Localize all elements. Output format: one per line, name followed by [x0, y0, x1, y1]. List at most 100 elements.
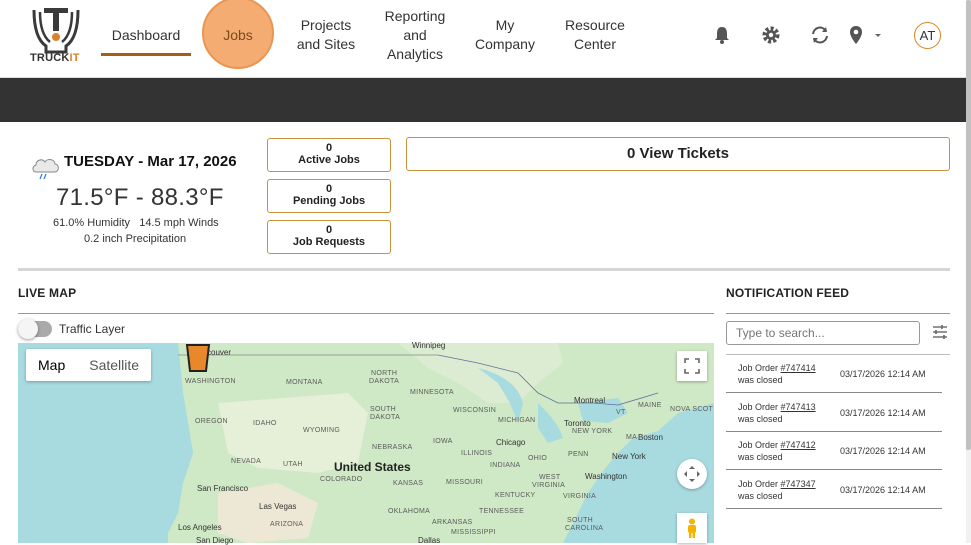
nav-company-label-1: My: [495, 17, 515, 33]
map-city-label: Montreal: [574, 396, 606, 405]
nav-jobs-label: Jobs: [223, 26, 253, 43]
map-state-label: MINNESOTA: [410, 389, 454, 396]
notification-prefix: Job Order: [738, 402, 779, 412]
map-city-label: New York: [612, 452, 646, 461]
logo-wordmark: TRUCKIT: [30, 52, 80, 64]
map-type-toggle: Map Satellite: [26, 349, 152, 381]
notification-text: Job Order #747347: [738, 479, 816, 489]
nav-projects-label-2: and Sites: [296, 36, 356, 52]
map-state-label: TENNESSEE: [479, 508, 525, 515]
bell-icon[interactable]: [710, 23, 734, 47]
nav-resource-label-1: Resource: [565, 17, 625, 33]
nav-my-company[interactable]: My Company: [466, 0, 544, 70]
notification-status: was closed: [738, 375, 783, 385]
map-city-label: Toronto: [564, 419, 591, 428]
user-avatar[interactable]: AT: [914, 22, 941, 49]
job-order-link[interactable]: #747347: [781, 479, 816, 489]
notification-text: Job Order #747413: [738, 402, 816, 412]
job-requests-card[interactable]: 0 Job Requests: [267, 220, 391, 254]
weather-precipitation: 0.2 inch Precipitation: [84, 233, 187, 245]
pan-arrows-icon: [684, 466, 700, 482]
map-state-label: WEST: [539, 474, 561, 481]
map-state-label: MONTANA: [286, 379, 323, 386]
map-country-label: United States: [334, 460, 411, 474]
job-order-link[interactable]: #747414: [781, 363, 816, 373]
page-scrollbar-thumb[interactable]: [966, 0, 971, 450]
notification-prefix: Job Order: [738, 363, 779, 373]
map-state-label: MISSISSIPPI: [451, 529, 496, 536]
weather-date: TUESDAY - Mar 17, 2026: [64, 153, 237, 170]
street-view-button[interactable]: [677, 513, 707, 543]
nav-resource-label-2: Center: [573, 36, 616, 52]
job-order-link[interactable]: #747412: [781, 440, 816, 450]
map-state-label: MAINE: [638, 402, 662, 409]
view-tickets-button[interactable]: 0 View Tickets: [406, 137, 950, 171]
section-divider: [18, 268, 950, 271]
map-state-label: IOWA: [433, 438, 453, 445]
notification-item[interactable]: Job Order #747414 was closed 03/17/2026 …: [726, 355, 942, 393]
nav-company-label-2: Company: [475, 36, 535, 52]
nav-resource-center[interactable]: Resource Center: [556, 0, 634, 70]
map-state-label: PENN: [568, 451, 589, 458]
active-jobs-card[interactable]: 0 Active Jobs: [267, 138, 391, 172]
nav-dashboard-label: Dashboard: [111, 26, 181, 43]
nav-reporting-label-1: Reporting: [384, 7, 446, 24]
map-city-label: San Diego: [196, 536, 234, 545]
notification-prefix: Job Order: [738, 440, 779, 450]
map-state-label: INDIANA: [490, 462, 521, 469]
weather-temperature-range: 71.5°F - 88.3°F: [56, 184, 224, 211]
notification-item[interactable]: Job Order #747347 was closed 03/17/2026 …: [726, 471, 942, 509]
map-state-label: WYOMING: [303, 427, 341, 434]
map-state-label: NOVA SCOT: [670, 406, 714, 413]
map-state-label: COLORADO: [320, 476, 363, 483]
notification-item[interactable]: Job Order #747413 was closed 03/17/2026 …: [726, 394, 942, 432]
active-jobs-count: 0: [325, 142, 333, 154]
traffic-layer-label: Traffic Layer: [59, 322, 126, 336]
active-jobs-label: Active Jobs: [298, 154, 360, 166]
nav-jobs[interactable]: Jobs: [202, 0, 274, 70]
nav-reporting-and-analytics[interactable]: Reporting and Analytics: [375, 0, 455, 70]
traffic-layer-toggle-knob[interactable]: [18, 319, 38, 339]
live-map-title-rule: [18, 313, 714, 314]
map-state-label: VIRGINIA: [563, 493, 597, 500]
map-state-label: DAKOTA: [369, 378, 400, 385]
sync-icon[interactable]: [808, 23, 832, 47]
gear-icon[interactable]: [759, 23, 783, 47]
map-state-label: DAKOTA: [370, 414, 401, 421]
map-state-label: OHIO: [528, 455, 548, 462]
map-state-label: SOUTH: [370, 406, 396, 413]
pending-jobs-count: 0: [325, 183, 333, 195]
notification-timestamp: 03/17/2026 12:14 AM: [840, 408, 926, 418]
notification-search-input[interactable]: [726, 321, 920, 345]
map-state-label: NEVADA: [231, 458, 262, 465]
weather-humidity-winds: 61.0% Humidity 14.5 mph Winds: [53, 217, 219, 229]
fullscreen-button[interactable]: [677, 351, 707, 381]
job-order-link[interactable]: #747413: [781, 402, 816, 412]
map-state-label: VT: [616, 409, 626, 416]
notification-status: was closed: [738, 491, 783, 501]
map-city-label: Dallas: [418, 536, 441, 545]
nav-projects-and-sites[interactable]: Projects and Sites: [288, 0, 364, 70]
filter-sliders-icon[interactable]: [931, 323, 949, 341]
map-tab[interactable]: Map: [26, 349, 77, 381]
pending-jobs-card[interactable]: 0 Pending Jobs: [267, 179, 391, 213]
sub-header-bar: [0, 78, 966, 122]
map-pan-control[interactable]: [677, 459, 707, 489]
notification-item[interactable]: Job Order #747412 was closed 03/17/2026 …: [726, 432, 942, 470]
map-state-label: MICHIGAN: [498, 417, 536, 424]
map-state-label: WISCONSIN: [453, 407, 497, 414]
satellite-tab[interactable]: Satellite: [77, 349, 151, 381]
nav-reporting-label-2: and: [403, 26, 427, 43]
notification-prefix: Job Order: [738, 479, 779, 489]
nav-dashboard[interactable]: Dashboard: [101, 0, 191, 70]
map-city-label: Winnipeg: [412, 341, 446, 350]
map-city-label: couver: [207, 348, 232, 357]
location-pin-icon[interactable]: [844, 23, 868, 47]
map-city-label: Boston: [638, 433, 663, 442]
live-map-title: LIVE MAP: [18, 286, 77, 300]
map-state-label: MA: [626, 434, 638, 441]
caret-down-icon[interactable]: [868, 23, 888, 47]
map-city-label: Los Angeles: [178, 523, 222, 532]
notification-text: Job Order #747412: [738, 440, 816, 450]
map-state-label: IDAHO: [253, 420, 277, 427]
